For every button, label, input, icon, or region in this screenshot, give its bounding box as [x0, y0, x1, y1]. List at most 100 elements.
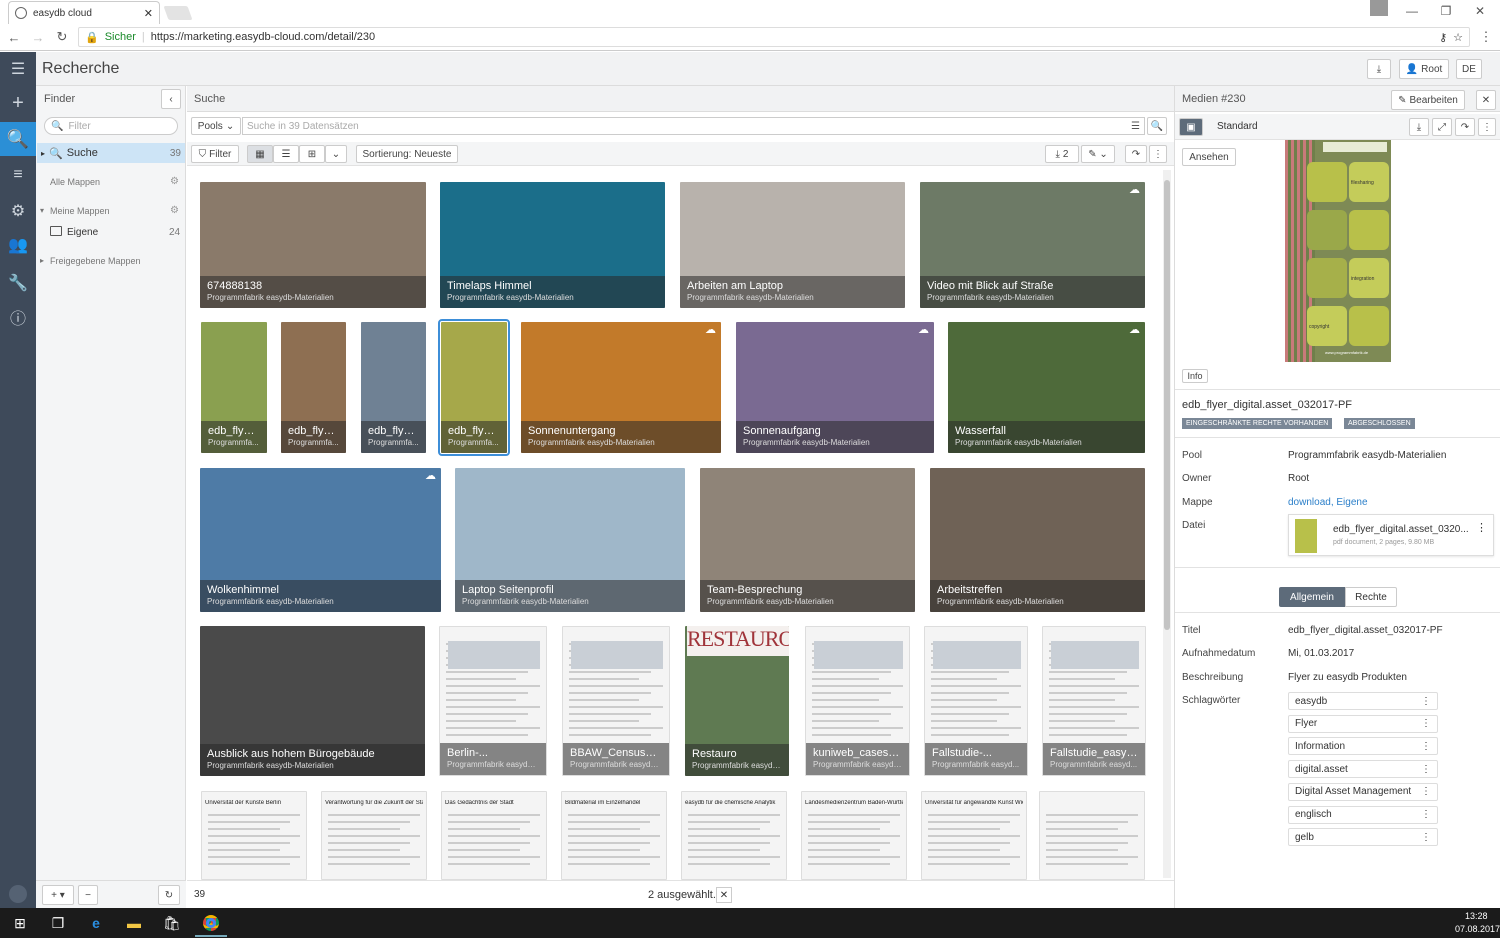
chevron-down-icon[interactable]: ▾ [40, 206, 44, 215]
gear-icon[interactable]: ⚙ [170, 176, 179, 187]
finder-item-own[interactable]: Eigene [67, 227, 98, 238]
keyword-menu-icon[interactable]: ⋮ [1421, 696, 1431, 707]
result-tile[interactable] [1039, 791, 1145, 880]
result-tile[interactable]: Verantwortung für die Zukunft der Stadt [321, 791, 427, 880]
result-tile[interactable]: Wolkenhimmel Programmfabrik easydb-Materi… [200, 468, 441, 612]
result-tile[interactable]: easydb für die chemische Analytik [681, 791, 787, 880]
view-table-button[interactable]: ⊞ [299, 145, 325, 163]
hamburger-menu-icon[interactable]: ☰ [0, 52, 36, 86]
keyword-chip[interactable]: Flyer ⋮ [1288, 714, 1438, 733]
result-tile[interactable]: Universität der Künste Berlin [201, 791, 307, 880]
edit-dropdown-button[interactable]: ✎ ⌄ [1081, 145, 1115, 163]
file-explorer-icon[interactable]: ▬ [124, 913, 144, 933]
info-icon[interactable]: ⓘ [0, 300, 36, 334]
folder-link-download[interactable]: download [1288, 497, 1331, 508]
keyword-chip[interactable]: englisch ⋮ [1288, 805, 1438, 824]
menu-dots-icon[interactable]: ⋮ [1478, 29, 1494, 45]
edit-button[interactable]: ✎ Bearbeiten [1391, 90, 1465, 110]
download-button[interactable]: ⤓ 2 [1045, 145, 1079, 163]
bookmark-star-icon[interactable]: ☆ [1453, 31, 1463, 44]
store-icon[interactable]: 🛍 [162, 913, 182, 933]
collapse-finder-button[interactable]: ‹ [161, 89, 181, 109]
clear-selection-icon[interactable]: ✕ [716, 887, 732, 903]
wrench-icon[interactable]: 🔧 [0, 266, 36, 300]
minimize-icon[interactable]: — [1402, 4, 1422, 20]
view-options-button[interactable]: ⌄ [325, 145, 347, 163]
view-button[interactable]: Ansehen [1182, 148, 1236, 166]
gear-icon[interactable]: ⚙ [170, 205, 179, 216]
chevron-right-icon[interactable]: ▸ [40, 256, 44, 265]
result-tile[interactable]: edb_flyer... Programmfa... [201, 322, 267, 453]
keyword-menu-icon[interactable]: ⋮ [1421, 786, 1431, 797]
plus-icon[interactable]: + [0, 86, 36, 120]
more-button[interactable]: ⋮ [1149, 145, 1167, 163]
sliders-icon[interactable]: ☰ [1131, 121, 1140, 132]
result-tile[interactable]: 674888138 Programmfabrik easydb-Materiali… [200, 182, 426, 308]
search-button[interactable]: 🔍 [1147, 117, 1167, 135]
close-window-icon[interactable]: ✕ [1470, 4, 1490, 20]
result-tile[interactable]: Ausblick aus hohem Bürogebäude Programmfa… [200, 626, 425, 776]
users-icon[interactable]: 👥 [0, 228, 36, 262]
keyword-chip[interactable]: easydb ⋮ [1288, 692, 1438, 710]
task-view-icon[interactable]: ❐ [48, 913, 68, 933]
finder-my-folders[interactable]: Meine Mappen [50, 206, 110, 216]
reload-icon[interactable]: ↻ [54, 29, 70, 45]
result-tile[interactable]: Fallstudie_easydb...Programmfabrik easyd… [1042, 626, 1146, 776]
result-tile[interactable]: Timelaps Himmel Programmfabrik easydb-Mat… [440, 182, 665, 308]
scrollbar-thumb[interactable] [1164, 180, 1170, 630]
mask-label[interactable]: Standard [1217, 121, 1258, 132]
sort-button[interactable]: Sortierung: Neueste [356, 145, 458, 163]
finder-filter-input[interactable]: 🔍 Filter [44, 117, 178, 135]
file-card[interactable]: edb_flyer_digital.asset_0320... pdf docu… [1288, 514, 1494, 556]
finder-shared-folders[interactable]: Freigegebene Mappen [50, 256, 141, 266]
result-tile[interactable]: RESTAURO Restauro Programmfabrik easydb... [685, 626, 789, 776]
windows-start-icon[interactable]: ⊞ [10, 913, 30, 933]
forward-icon[interactable]: → [30, 30, 46, 45]
keyword-chip[interactable]: gelb ⋮ [1288, 828, 1438, 847]
url-field[interactable]: 🔒 Sicher | https://marketing.easydb-clou… [78, 27, 1470, 47]
result-tile[interactable]: Bildmaterial im Einzelhandel [561, 791, 667, 880]
result-tile[interactable]: Universität für angewandte Kunst Wien [921, 791, 1027, 880]
result-tile[interactable]: edb_flyer... Programmfa... [438, 319, 510, 456]
keyword-chip[interactable]: Information ⋮ [1288, 737, 1438, 756]
keyword-menu-icon[interactable]: ⋮ [1421, 832, 1431, 843]
fullscreen-button[interactable]: ⤢ [1432, 118, 1452, 136]
result-tile[interactable]: Video mit Blick auf Straße Programmfabrik… [920, 182, 1145, 308]
list-icon[interactable]: ≡ [0, 158, 36, 192]
new-tab-button[interactable] [163, 6, 193, 20]
keyword-chip[interactable]: Digital Asset Management ⋮ [1288, 782, 1438, 801]
key-icon[interactable]: ⚷ [1439, 31, 1447, 44]
image-view-button[interactable]: ▣ [1179, 118, 1203, 136]
detail-more-button[interactable]: ⋮ [1478, 118, 1496, 136]
result-tile[interactable]: kuniweb_casestud...Programmfabrik easydb… [805, 626, 910, 776]
export-button[interactable]: ⤓ [1367, 59, 1391, 79]
detail-download-button[interactable]: ⤓ [1409, 118, 1429, 136]
search-icon[interactable]: 🔍 [0, 122, 36, 156]
keyword-chip[interactable]: digital.asset ⋮ [1288, 760, 1438, 779]
result-tile[interactable]: Landesmedienzentrum Baden-Württemberg [801, 791, 907, 880]
remove-folder-button[interactable]: − [78, 885, 98, 905]
keyword-menu-icon[interactable]: ⋮ [1421, 809, 1431, 820]
chrome-icon[interactable] [201, 913, 221, 933]
asset-preview[interactable]: filesharing integration copyright www.pr… [1285, 140, 1391, 362]
detail-share-button[interactable]: ↷ [1455, 118, 1475, 136]
share-button[interactable]: ↷ [1125, 145, 1147, 163]
result-tile[interactable]: Sonnenuntergang Programmfabrik easydb-Mat… [521, 322, 721, 453]
back-icon[interactable]: ← [6, 30, 22, 45]
view-list-button[interactable]: ☰ [273, 145, 299, 163]
result-tile[interactable]: Laptop Seitenprofil Programmfabrik easydb… [455, 468, 685, 612]
finder-all-folders[interactable]: Alle Mappen [50, 177, 100, 187]
edge-icon[interactable]: e [86, 913, 106, 933]
pools-dropdown[interactable]: Pools ⌄ [191, 117, 241, 135]
browser-tab[interactable]: easydb cloud ✕ [8, 1, 160, 24]
gears-icon[interactable]: ⚙ [0, 194, 36, 228]
filter-button[interactable]: ⛉ Filter [191, 145, 239, 163]
tab-general[interactable]: Allgemein [1279, 587, 1345, 607]
result-tile[interactable]: Fallstudie-... Programmfabrik easyd... [924, 626, 1028, 776]
tab-rights[interactable]: Rechte [1345, 587, 1397, 607]
language-button[interactable]: DE [1456, 59, 1482, 79]
keyword-menu-icon[interactable]: ⋮ [1421, 764, 1431, 775]
result-tile[interactable]: Arbeiten am Laptop Programmfabrik easydb-… [680, 182, 905, 308]
user-root-button[interactable]: 👤 Root [1399, 59, 1449, 79]
add-folder-button[interactable]: + ▾ [42, 885, 74, 905]
